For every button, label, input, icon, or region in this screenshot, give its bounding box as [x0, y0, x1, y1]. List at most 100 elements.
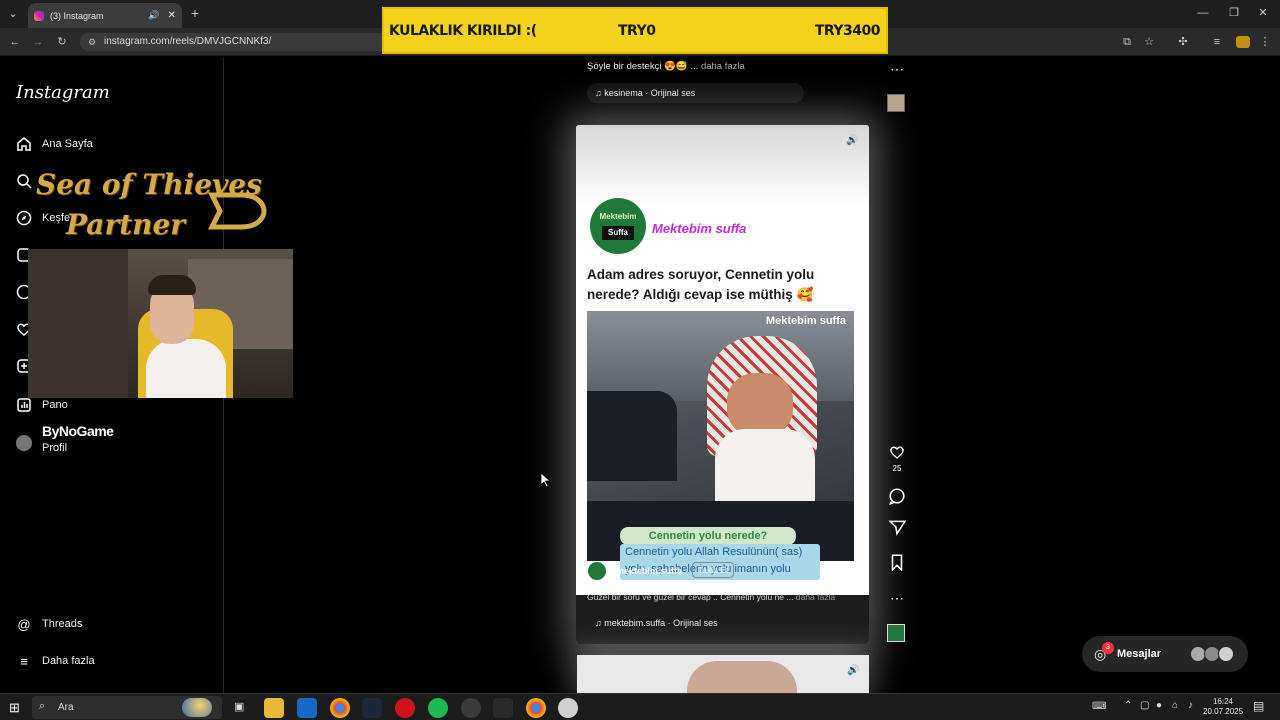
- url-text: instagram.com/reels/DMVJGCNNKf3/: [104, 36, 272, 47]
- chrome-icon[interactable]: [330, 698, 350, 718]
- previous-caption-more-link[interactable]: daha fazla: [701, 61, 745, 72]
- nav-explore[interactable]: Keşfe: [16, 207, 70, 229]
- taskbar-search-placeholder: Ara: [58, 702, 74, 713]
- channel-badge-bottom: Suffa: [602, 226, 634, 240]
- mute-toggle-icon[interactable]: 🔊: [846, 135, 858, 146]
- new-tab-icon[interactable]: +: [188, 6, 202, 20]
- bynogame-sponsor-logo: ByNoGame: [42, 423, 114, 439]
- next-reel-mute-icon[interactable]: 🔊: [847, 665, 859, 676]
- previous-audio-pill[interactable]: ♫ kesinema · Orijinal ses: [587, 83, 804, 103]
- author-name[interactable]: mektebim.suffa: [616, 566, 682, 576]
- avatar-icon: [16, 435, 32, 451]
- outlook-icon[interactable]: [297, 698, 317, 718]
- task-view-icon[interactable]: ▣: [234, 700, 244, 713]
- subtitle-question: Cennetin yolu nerede?: [620, 527, 796, 545]
- volume-icon[interactable]: ♪: [1188, 700, 1193, 711]
- opera-icon[interactable]: [395, 698, 415, 718]
- spotify-icon[interactable]: [428, 698, 448, 718]
- reel-caption: Güzel bir soru ve güzel bir cevap .. Cen…: [587, 592, 862, 602]
- network-icon[interactable]: ⌂: [1172, 700, 1178, 711]
- donation-goal-banner: KULAKLIK KIRILDI :( TRY0 TRY3400: [382, 7, 888, 54]
- notifications-icon[interactable]: ▤: [1253, 699, 1264, 713]
- nav-home[interactable]: Ana Sayfa: [16, 133, 93, 155]
- nav-home-label: Ana Sayfa: [42, 138, 93, 150]
- taskbar-clock[interactable]: 16:24 20.07.2025: [1203, 697, 1243, 717]
- donation-message: KULAKLIK KIRILDI :(: [389, 23, 537, 39]
- more-options-top-icon[interactable]: ⋯: [887, 61, 907, 78]
- messages-button[interactable]: ◎ 3 Mesajlar: [1082, 636, 1248, 672]
- comment-icon[interactable]: [887, 487, 907, 508]
- bookmark-star-icon[interactable]: ☆: [1142, 35, 1156, 49]
- tray-overflow-icon[interactable]: ⌃: [1124, 700, 1132, 711]
- keyboard-layout-icon[interactable]: ⌨: [1092, 701, 1106, 712]
- clock-date: 20.07.2025: [1203, 707, 1244, 716]
- reel-question-text: Adam adres soruyor, Cennetin yolu nerede…: [587, 267, 815, 302]
- file-explorer-icon[interactable]: [264, 698, 284, 718]
- mouse-cursor-icon: [541, 473, 551, 487]
- donation-goal: TRY3400: [814, 23, 881, 39]
- extensions-icon[interactable]: ✣: [1176, 35, 1190, 49]
- messages-badge: 3: [1102, 642, 1114, 654]
- reel-caption-text: Güzel bir soru ve güzel bir cevap .. Cen…: [587, 592, 794, 602]
- minimize-icon[interactable]: —: [1196, 6, 1210, 20]
- install-app-icon[interactable]: ⧉: [1120, 35, 1134, 49]
- clock-time: 16:24: [1212, 697, 1234, 706]
- tab-audio-icon[interactable]: 🔊: [148, 10, 159, 21]
- media-controls-icon[interactable]: ≡: [1210, 35, 1224, 49]
- chrome-profile-icon[interactable]: [526, 698, 546, 718]
- browser-tab-instagram[interactable]: (3) Instagram 🔊 ✕: [28, 3, 182, 28]
- steam-icon[interactable]: [362, 698, 382, 718]
- video-frame: Mektebim suffa: [587, 311, 854, 561]
- home-icon: [16, 136, 32, 152]
- save-bookmark-icon[interactable]: [887, 553, 907, 574]
- extension-badge-icon[interactable]: [1236, 36, 1250, 48]
- previous-audio-label: kesinema · Orijinal ses: [604, 88, 696, 98]
- reload-icon[interactable]: ↻: [55, 35, 69, 49]
- music-note-icon: ♫: [595, 618, 602, 628]
- search-icon: ⌕: [39, 700, 46, 712]
- music-note-icon: ♫: [595, 88, 602, 98]
- forward-icon[interactable]: →: [31, 35, 45, 49]
- back-icon[interactable]: ←: [8, 35, 22, 49]
- reel-audio-label: mektebim.suffa · Orijinal ses: [604, 618, 718, 628]
- reel-caption-more-link[interactable]: daha fazla: [796, 592, 835, 602]
- audio-thumb-icon[interactable]: [887, 624, 905, 642]
- device-icon[interactable]: ▢: [1140, 700, 1149, 711]
- tab-title: (3) Instagram: [50, 10, 104, 21]
- app-launcher-icon[interactable]: [493, 698, 513, 718]
- tab-close-icon[interactable]: ✕: [168, 10, 176, 21]
- discord-icon[interactable]: [558, 698, 578, 718]
- like-heart-icon[interactable]: [887, 444, 907, 463]
- donation-current: TRY0: [618, 23, 656, 39]
- messages-label: Mesajlar: [1117, 648, 1162, 660]
- dashboard-icon: [16, 397, 32, 413]
- like-count: 25: [892, 464, 902, 473]
- channel-badge-top: Mektebim: [599, 212, 637, 221]
- author-avatar[interactable]: [587, 561, 607, 581]
- previous-caption-text: Şöyle bir destekçi 😍😅 ...: [587, 61, 699, 72]
- reel-audio-pill[interactable]: ♫ mektebim.suffa · Orijinal ses: [587, 613, 787, 633]
- nav-more[interactable]: ≡ Daha fazla: [16, 650, 95, 672]
- channel-avatar: Mektebim Suffa: [590, 198, 646, 254]
- obs-icon[interactable]: [461, 698, 481, 718]
- next-reel-preview[interactable]: 🔊: [577, 655, 869, 695]
- follow-button[interactable]: Takip Et: [692, 562, 735, 578]
- share-send-icon[interactable]: [887, 518, 907, 539]
- restore-icon[interactable]: ❐: [1227, 6, 1241, 20]
- nav-more-label: Daha fazla: [42, 655, 95, 667]
- taskbar-search-box[interactable]: ⌕ Ara: [32, 696, 222, 719]
- more-options-icon[interactable]: ⋯: [887, 590, 907, 607]
- microphone-icon[interactable]: ●: [1156, 700, 1162, 711]
- previous-audio-thumb-icon[interactable]: [887, 94, 905, 112]
- instagram-logo[interactable]: Instagram: [16, 82, 110, 103]
- message-avatar-3: [1218, 646, 1234, 662]
- reel-video[interactable]: 🔊 Mektebim Suffa Mektebim suffa Adam adr…: [576, 125, 869, 644]
- explore-icon: [16, 210, 32, 226]
- nav-threads[interactable]: @ Threads: [16, 613, 82, 635]
- browser-menu-icon[interactable]: ⋮: [1258, 35, 1272, 49]
- nav-threads-label: Threads: [42, 618, 83, 630]
- tab-search-chevron-icon[interactable]: ⌄: [6, 7, 20, 21]
- site-info-icon[interactable]: ⚙: [88, 33, 96, 51]
- windows-start-icon[interactable]: ⊞: [9, 700, 20, 716]
- close-window-icon[interactable]: ✕: [1256, 6, 1270, 20]
